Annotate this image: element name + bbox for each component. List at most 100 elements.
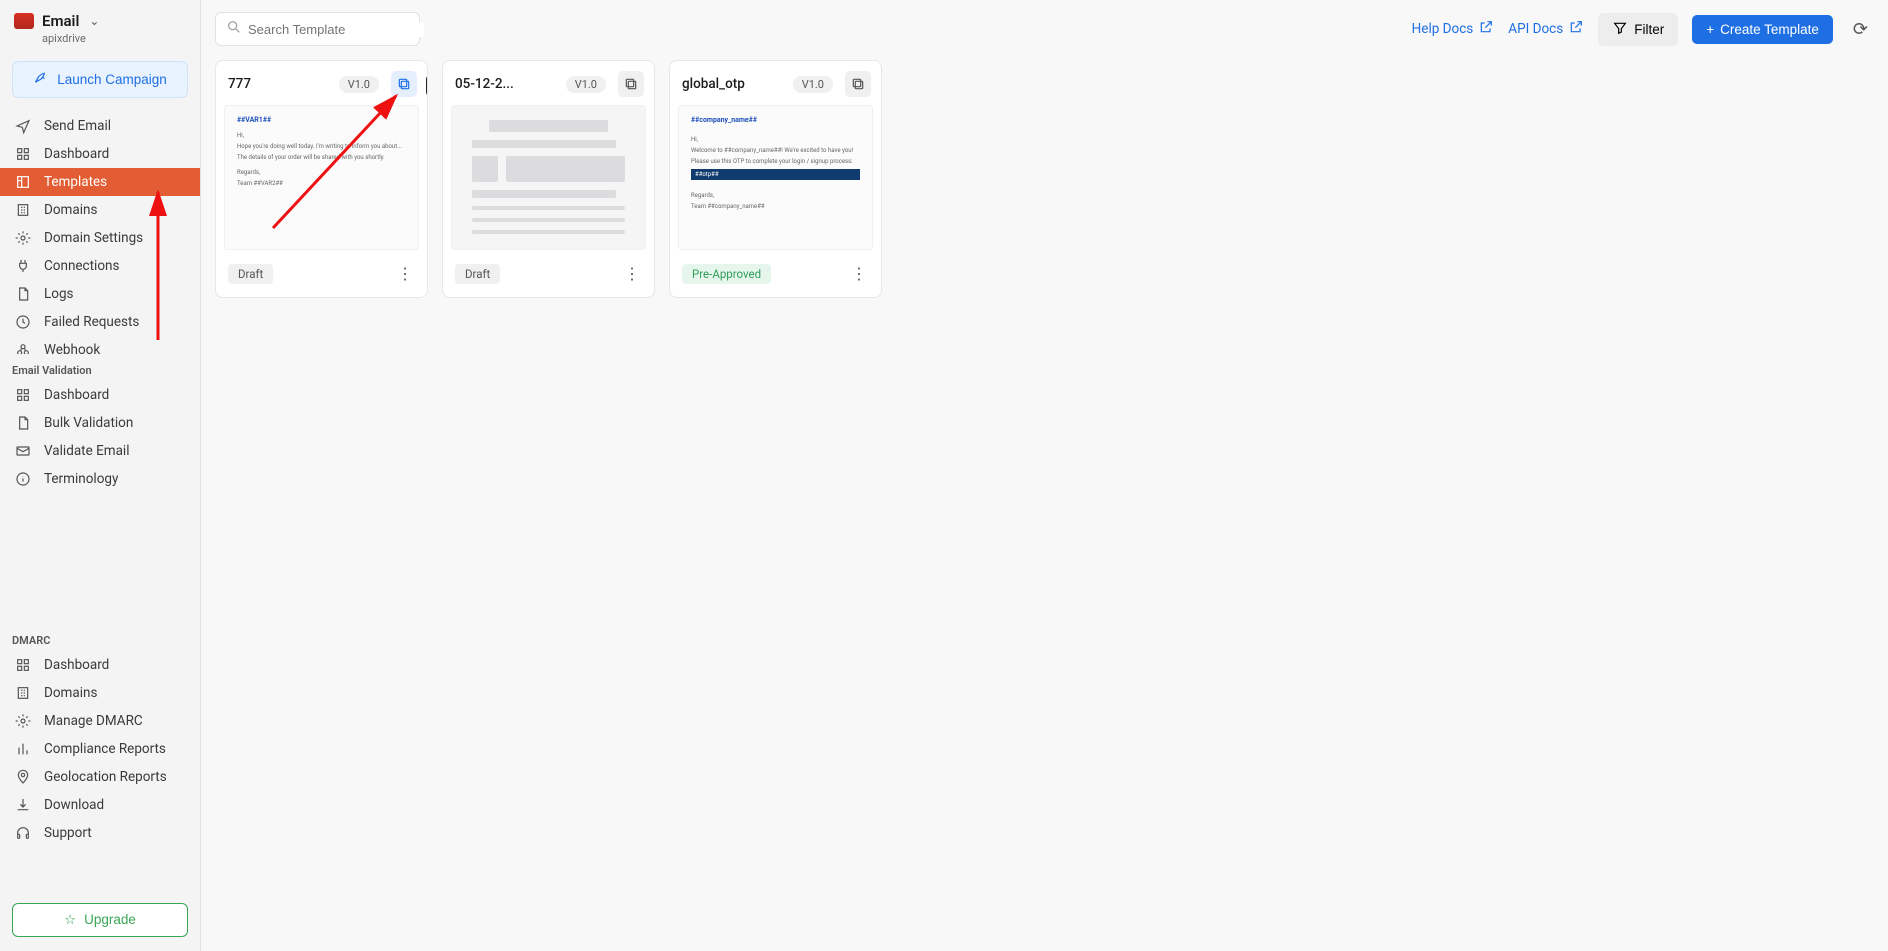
grid-icon xyxy=(14,656,32,674)
brand-subtitle: apixdrive xyxy=(0,32,200,55)
sidebar-item-geolocation-reports[interactable]: Geolocation Reports xyxy=(0,763,200,791)
gear-icon xyxy=(14,712,32,730)
section-header-dmarc: DMARC xyxy=(0,624,200,651)
sidebar-item-label: Dashboard xyxy=(44,146,109,162)
sidebar-item-logs[interactable]: Logs xyxy=(0,280,200,308)
sidebar: Email ⌄ apixdrive Launch Campaign Send E… xyxy=(0,0,201,951)
topbar: Help Docs API Docs Filter + Create Templ… xyxy=(201,0,1888,58)
sidebar-item-label: Dashboard xyxy=(44,657,109,673)
sidebar-item-dashboard[interactable]: Dashboard xyxy=(0,140,200,168)
sidebar-item-webhook[interactable]: Webhook xyxy=(0,336,200,354)
sidebar-item-label: Failed Requests xyxy=(44,314,139,330)
create-template-button[interactable]: + Create Template xyxy=(1692,15,1833,44)
template-card[interactable]: 05-12-2... V1.0 Draft ⋮ xyxy=(442,60,655,298)
sidebar-item-label: Geolocation Reports xyxy=(44,769,167,785)
template-card[interactable]: global_otpV1.0##company_name##Hi,Welcome… xyxy=(669,60,882,298)
filter-button[interactable]: Filter xyxy=(1598,13,1678,46)
nav-validation: Dashboard Bulk Validation Validate Email Te… xyxy=(0,381,200,623)
sidebar-item-label: Dashboard xyxy=(44,387,109,403)
download-icon xyxy=(14,796,32,814)
bars-icon xyxy=(14,740,32,758)
building-icon xyxy=(14,684,32,702)
info-icon xyxy=(14,470,32,488)
sidebar-item-label: Bulk Validation xyxy=(44,415,133,431)
sidebar-item-label: Domain Settings xyxy=(44,230,143,246)
brand-title: Email xyxy=(42,12,79,30)
launch-campaign-button[interactable]: Launch Campaign xyxy=(12,61,188,98)
template-title: 777 xyxy=(228,76,251,92)
sidebar-item-label: Domains xyxy=(44,685,97,701)
copy-template-id-button[interactable] xyxy=(845,71,871,97)
grid-icon xyxy=(14,386,32,404)
card-more-button[interactable]: ⋮ xyxy=(620,262,644,285)
send-icon xyxy=(14,117,32,135)
version-chip: V1.0 xyxy=(566,76,606,93)
help-docs-link[interactable]: Help Docs xyxy=(1412,19,1495,39)
template-cards: 777V1.0Copy template ID##VAR1##Hi,Hope y… xyxy=(201,58,1888,300)
template-title: 05-12-2... xyxy=(455,76,514,92)
file-icon xyxy=(14,285,32,303)
copy-template-id-button[interactable] xyxy=(618,71,644,97)
version-chip: V1.0 xyxy=(793,76,833,93)
file-icon xyxy=(14,414,32,432)
section-header-validation: Email Validation xyxy=(0,354,200,381)
sidebar-item-label: Templates xyxy=(44,174,107,190)
sidebar-item-failed-requests[interactable]: Failed Requests xyxy=(0,308,200,336)
sidebar-item-label: Terminology xyxy=(44,471,118,487)
version-chip: V1.0 xyxy=(339,76,379,93)
api-docs-label: API Docs xyxy=(1508,21,1563,37)
sidebar-item-ev-dashboard[interactable]: Dashboard xyxy=(0,381,200,409)
sidebar-item-terminology[interactable]: Terminology xyxy=(0,465,200,493)
refresh-icon[interactable]: ⟳ xyxy=(1847,13,1874,46)
sidebar-item-label: Support xyxy=(44,825,92,841)
launch-label: Launch Campaign xyxy=(57,72,167,87)
sidebar-item-bulk-validation[interactable]: Bulk Validation xyxy=(0,409,200,437)
copy-template-id-button[interactable] xyxy=(391,71,417,97)
external-link-icon xyxy=(1478,19,1494,39)
card-more-button[interactable]: ⋮ xyxy=(393,262,417,285)
sidebar-item-domain-settings[interactable]: Domain Settings xyxy=(0,224,200,252)
clock-icon xyxy=(14,313,32,331)
status-badge: Pre-Approved xyxy=(682,264,771,284)
search-box[interactable] xyxy=(215,12,420,46)
sidebar-item-connections[interactable]: Connections xyxy=(0,252,200,280)
sidebar-item-label: Send Email xyxy=(44,118,111,134)
nav-dmarc: Dashboard Domains Manage DMARC Compliance R… xyxy=(0,651,200,893)
brand-switcher[interactable]: Email ⌄ xyxy=(0,12,200,32)
sidebar-item-support[interactable]: Support xyxy=(0,819,200,847)
sidebar-item-dmarc-domains[interactable]: Domains xyxy=(0,679,200,707)
sidebar-item-label: Logs xyxy=(44,286,74,302)
card-more-button[interactable]: ⋮ xyxy=(847,262,871,285)
status-badge: Draft xyxy=(455,264,500,284)
filter-label: Filter xyxy=(1634,22,1664,37)
external-link-icon xyxy=(1568,19,1584,39)
sidebar-item-validate-email[interactable]: Validate Email xyxy=(0,437,200,465)
sidebar-item-templates[interactable]: Templates xyxy=(0,168,200,196)
rocket-icon xyxy=(33,70,49,89)
sidebar-item-dmarc-dashboard[interactable]: Dashboard xyxy=(0,651,200,679)
sidebar-item-label: Compliance Reports xyxy=(44,741,166,757)
headset-icon xyxy=(14,824,32,842)
sidebar-item-domains[interactable]: Domains xyxy=(0,196,200,224)
sidebar-item-label: Download xyxy=(44,797,104,813)
status-badge: Draft xyxy=(228,264,273,284)
sidebar-item-label: Domains xyxy=(44,202,97,218)
sidebar-item-send-email[interactable]: Send Email xyxy=(0,112,200,140)
sidebar-item-download[interactable]: Download xyxy=(0,791,200,819)
template-card[interactable]: 777V1.0Copy template ID##VAR1##Hi,Hope y… xyxy=(215,60,428,298)
upgrade-label: Upgrade xyxy=(84,912,136,927)
search-input[interactable] xyxy=(248,22,424,37)
template-preview: ##VAR1##Hi,Hope you're doing well today.… xyxy=(224,105,419,250)
chevron-down-icon: ⌄ xyxy=(89,14,99,28)
sidebar-item-label: Webhook xyxy=(44,342,100,354)
api-docs-link[interactable]: API Docs xyxy=(1508,19,1584,39)
sidebar-item-compliance-reports[interactable]: Compliance Reports xyxy=(0,735,200,763)
upgrade-button[interactable]: ☆ Upgrade xyxy=(12,903,188,937)
hook-icon xyxy=(14,341,32,354)
grid-icon xyxy=(14,145,32,163)
sidebar-item-manage-dmarc[interactable]: Manage DMARC xyxy=(0,707,200,735)
pin-icon xyxy=(14,768,32,786)
mail-icon xyxy=(14,442,32,460)
create-label: Create Template xyxy=(1720,22,1819,37)
template-preview xyxy=(451,105,646,250)
